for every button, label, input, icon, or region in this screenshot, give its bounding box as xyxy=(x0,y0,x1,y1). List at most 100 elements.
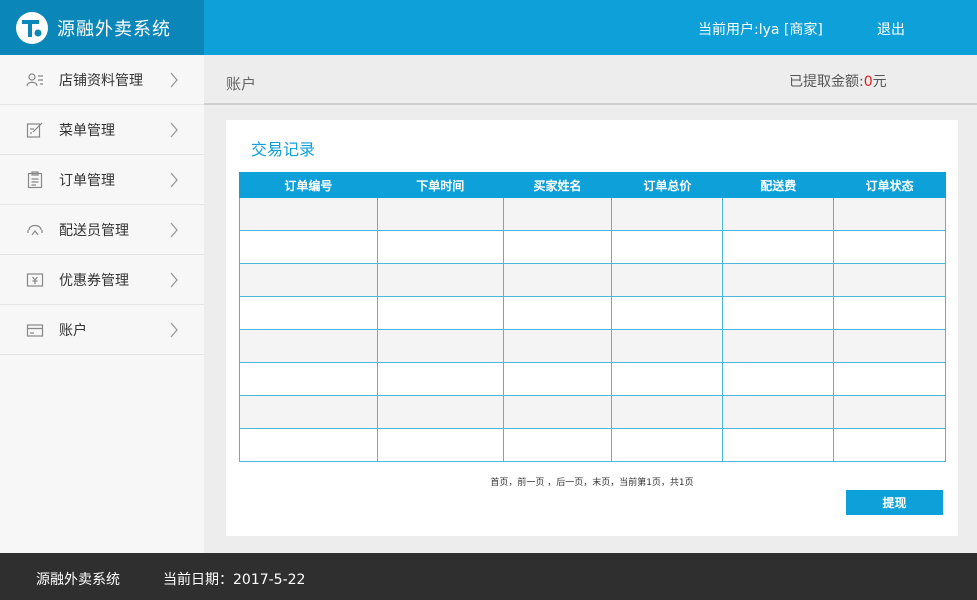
table-cell xyxy=(376,428,504,462)
table-cell xyxy=(502,362,613,396)
chevron-right-icon xyxy=(170,322,178,338)
table-row xyxy=(239,296,946,330)
table-cell xyxy=(502,263,613,297)
table-cell xyxy=(376,230,504,264)
sidebar: 店铺资料管理 菜单管理 订单管理 配送员管理 优惠券管理 账户 xyxy=(0,55,204,553)
table-cell xyxy=(376,263,504,297)
sidebar-item-account[interactable]: 账户 xyxy=(0,305,204,355)
chevron-right-icon xyxy=(170,222,178,238)
table-row xyxy=(239,263,946,297)
table-row xyxy=(239,329,946,363)
table-row xyxy=(239,362,946,396)
sidebar-item-label: 账户 xyxy=(59,322,87,339)
table-cell xyxy=(611,329,724,363)
column-header: 下单时间 xyxy=(376,172,504,198)
order-clipboard-icon xyxy=(26,170,44,189)
sidebar-item-label: 订单管理 xyxy=(59,172,115,189)
column-header: 配送费 xyxy=(722,172,835,198)
table-cell xyxy=(376,329,504,363)
current-date: 当前日期：2017-5-22 xyxy=(163,572,306,588)
sidebar-item-coupons[interactable]: 优惠券管理 xyxy=(0,255,204,305)
table-cell xyxy=(722,395,835,429)
withdrawn-unit: 元 xyxy=(872,74,887,90)
table-cell xyxy=(722,230,835,264)
table-cell xyxy=(611,428,724,462)
table-cell xyxy=(239,395,378,429)
table-cell xyxy=(611,197,724,231)
table-cell xyxy=(833,329,946,363)
table-cell xyxy=(239,230,378,264)
table-cell xyxy=(833,362,946,396)
table-cell xyxy=(376,395,504,429)
table-row xyxy=(239,395,946,429)
withdraw-button[interactable]: 提现 xyxy=(846,490,943,515)
logout-link[interactable]: 退出 xyxy=(877,19,905,39)
table-cell xyxy=(502,329,613,363)
sidebar-item-store-profile[interactable]: 店铺资料管理 xyxy=(0,55,204,105)
table-cell xyxy=(376,296,504,330)
main-header: 账户 已提取金额:0元 xyxy=(204,55,977,105)
table-cell xyxy=(833,296,946,330)
table-cell xyxy=(239,197,378,231)
table-cell xyxy=(611,263,724,297)
pagination[interactable]: 首页，前一页 ，后一页，末页，当前第1页，共1页 xyxy=(226,475,958,488)
footer: 源融外卖系统 当前日期：2017-5-22 xyxy=(0,553,977,600)
column-header: 订单状态 xyxy=(833,172,946,198)
table-cell xyxy=(611,296,724,330)
table-cell xyxy=(239,263,378,297)
store-profile-icon xyxy=(26,71,44,89)
withdrawn-amount: 已提取金额:0元 xyxy=(789,71,887,91)
menu-edit-icon xyxy=(26,121,44,139)
table-cell xyxy=(376,197,504,231)
table-cell xyxy=(502,197,613,231)
sidebar-item-orders[interactable]: 订单管理 xyxy=(0,155,204,205)
table-cell xyxy=(611,362,724,396)
sidebar-item-label: 配送员管理 xyxy=(59,222,129,239)
table-cell xyxy=(502,428,613,462)
page-title: 账户 xyxy=(226,75,257,93)
brand: 源融外卖系统 xyxy=(0,0,204,55)
sidebar-item-label: 菜单管理 xyxy=(59,122,115,139)
table-cell xyxy=(722,263,835,297)
table-cell xyxy=(722,329,835,363)
courier-icon xyxy=(26,221,44,239)
sidebar-item-label: 店铺资料管理 xyxy=(59,72,143,89)
table-cell xyxy=(722,428,835,462)
chevron-right-icon xyxy=(170,172,178,188)
table-cell xyxy=(722,197,835,231)
table-header-row: 订单编号 下单时间 买家姓名 订单总价 配送费 订单状态 xyxy=(239,172,946,198)
table-cell xyxy=(833,395,946,429)
withdrawn-value: 0 xyxy=(863,74,873,90)
table-cell xyxy=(239,329,378,363)
table-row xyxy=(239,230,946,264)
table-cell xyxy=(722,362,835,396)
table-cell xyxy=(239,428,378,462)
sidebar-item-menu[interactable]: 菜单管理 xyxy=(0,105,204,155)
chevron-right-icon xyxy=(170,122,178,138)
table-cell xyxy=(833,230,946,264)
brand-title: 源融外卖系统 xyxy=(57,18,171,40)
table-cell xyxy=(833,197,946,231)
footer-brand: 源融外卖系统 xyxy=(36,572,120,588)
table-row xyxy=(239,428,946,462)
chevron-right-icon xyxy=(170,72,178,88)
table-cell xyxy=(239,296,378,330)
table-cell xyxy=(502,395,613,429)
table-cell xyxy=(502,230,613,264)
table-cell xyxy=(833,428,946,462)
chevron-right-icon xyxy=(170,272,178,288)
table-cell xyxy=(611,395,724,429)
column-header: 订单编号 xyxy=(239,172,378,198)
sidebar-item-label: 优惠券管理 xyxy=(59,272,129,289)
table-cell xyxy=(611,230,724,264)
table-cell xyxy=(502,296,613,330)
column-header: 订单总价 xyxy=(611,172,724,198)
panel-title: 交易记录 xyxy=(251,140,316,159)
card-icon xyxy=(26,321,44,339)
sidebar-item-couriers[interactable]: 配送员管理 xyxy=(0,205,204,255)
coupon-icon xyxy=(26,271,44,289)
table-row xyxy=(239,197,946,231)
brand-logo-icon xyxy=(16,11,48,44)
table-cell xyxy=(722,296,835,330)
top-header: 源融外卖系统 当前用户:lya [商家] 退出 xyxy=(0,0,977,55)
